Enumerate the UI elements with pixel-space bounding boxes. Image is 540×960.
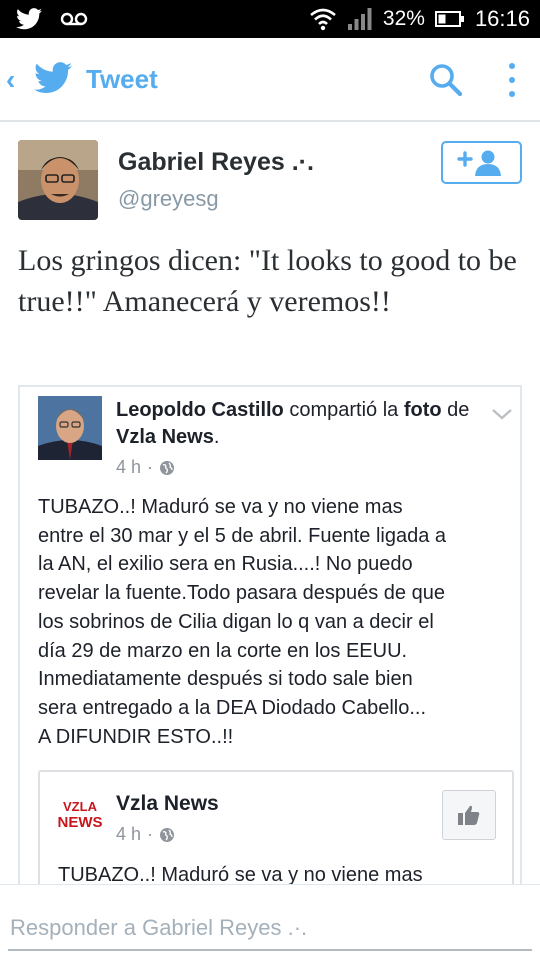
battery-icon <box>434 11 464 27</box>
post-body-line: entre el 30 mar y el 5 de abril. Fuente … <box>38 524 447 547</box>
page-like-button <box>442 790 496 840</box>
shared-source-name: Vzla News <box>116 792 219 815</box>
globe-icon <box>160 827 175 842</box>
clock: 16:16 <box>474 6 530 31</box>
post-object-suffix: . <box>213 426 220 448</box>
tweet-photo[interactable]: Leopoldo Castillo compartió la foto de V… <box>18 385 522 905</box>
battery-percentage: 32% <box>382 7 425 30</box>
voicemail-icon <box>60 12 88 26</box>
post-body: TUBAZO..! Maduró se va y no viene mas en… <box>38 493 516 751</box>
post-body-line: A DIFUNDIR ESTO..!! <box>38 725 234 748</box>
author-handle[interactable]: @greyesg <box>118 186 219 212</box>
post-body-line: día 29 de marzo en la corte en los EEUU. <box>38 639 408 662</box>
reply-input[interactable] <box>8 907 532 951</box>
post-verb: compartió la <box>283 399 399 421</box>
status-bar: 32% 16:16 <box>0 0 540 38</box>
shared-meta: 4 h · <box>116 824 175 845</box>
author-name[interactable]: Gabriel Reyes .·. <box>118 148 314 177</box>
more-options-button[interactable] <box>498 60 526 100</box>
more-vert-icon-dot <box>509 91 515 97</box>
thumbs-up-icon <box>458 805 480 825</box>
post-body-line: sera entregado a la DEA Diodado Cabello.… <box>38 696 427 719</box>
twitter-bird-icon[interactable] <box>34 62 72 94</box>
post-meta: 4 h · <box>116 457 175 478</box>
search-icon[interactable] <box>428 62 464 98</box>
logo-text-bottom: NEWS <box>58 814 103 831</box>
vzla-news-logo: VZLA NEWS <box>58 799 103 831</box>
post-author-photo <box>38 396 102 460</box>
wifi-icon <box>310 8 336 31</box>
author-photo <box>18 140 98 220</box>
back-chevron-icon[interactable]: ‹ <box>6 64 15 96</box>
post-body-line: TUBAZO..! Maduró se va y no viene mas <box>38 496 403 518</box>
shared-time: 4 h <box>116 824 142 844</box>
post-body-line: revelar la fuente.Todo pasara después de… <box>38 582 445 605</box>
follow-button[interactable] <box>441 141 522 184</box>
author-avatar[interactable] <box>18 140 98 220</box>
post-source-name: Vzla News <box>116 426 214 448</box>
separator-dot: · <box>147 824 154 844</box>
app-bar: ‹ Tweet <box>0 38 540 122</box>
twitter-notification-icon <box>16 8 42 30</box>
post-author-avatar <box>38 396 102 460</box>
post-time: 4 h <box>116 457 142 477</box>
reply-bar <box>0 884 540 960</box>
post-object-prefix: foto <box>403 399 442 421</box>
post-body-line: los sobrinos de Cilia digan lo q van a d… <box>38 610 434 633</box>
more-vert-icon-dot <box>509 63 515 69</box>
post-author-name: Leopoldo Castillo <box>116 399 284 421</box>
separator-dot: · <box>147 457 154 477</box>
post-header: Leopoldo Castillo compartió la foto de V… <box>116 397 476 451</box>
signal-strength-icon <box>347 8 372 30</box>
post-body-line: Inmediatamente después si todo sale bien <box>38 668 413 691</box>
more-vert-icon-dot <box>509 77 515 83</box>
globe-icon <box>160 460 175 475</box>
follow-person-icon <box>456 150 501 176</box>
chevron-down-icon <box>492 409 512 420</box>
post-object-mid: de <box>441 399 470 421</box>
logo-text-top: VZLA <box>63 799 98 814</box>
tweet-text: Los gringos dicen: "It looks to good to … <box>18 244 517 318</box>
post-body-line: la AN, el exilio sera en Rusia....! No p… <box>38 553 413 576</box>
page-title: Tweet <box>86 64 158 94</box>
